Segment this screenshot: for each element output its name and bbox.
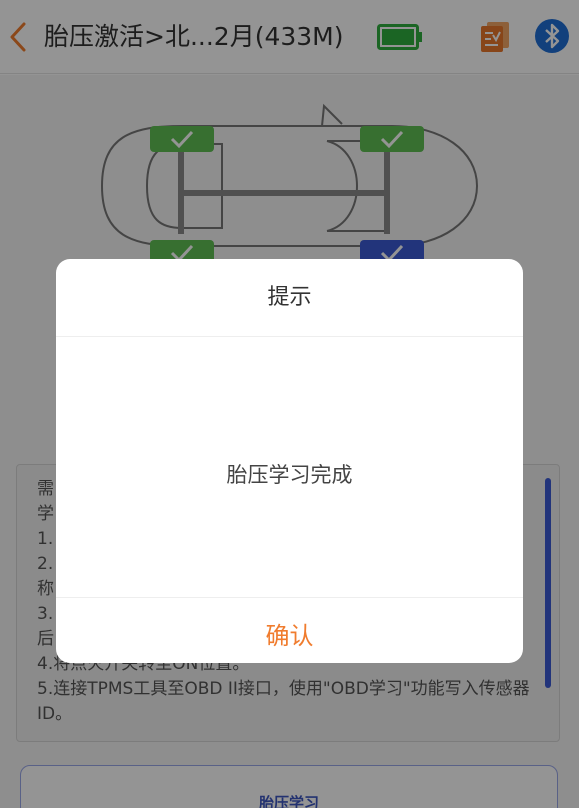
confirm-button-label: 确认	[265, 622, 314, 650]
confirm-button[interactable]: 确认	[56, 597, 523, 663]
dialog-title: 提示	[56, 259, 523, 337]
alert-dialog: 提示 胎压学习完成 确认	[56, 259, 523, 663]
dialog-message: 胎压学习完成	[226, 463, 353, 487]
